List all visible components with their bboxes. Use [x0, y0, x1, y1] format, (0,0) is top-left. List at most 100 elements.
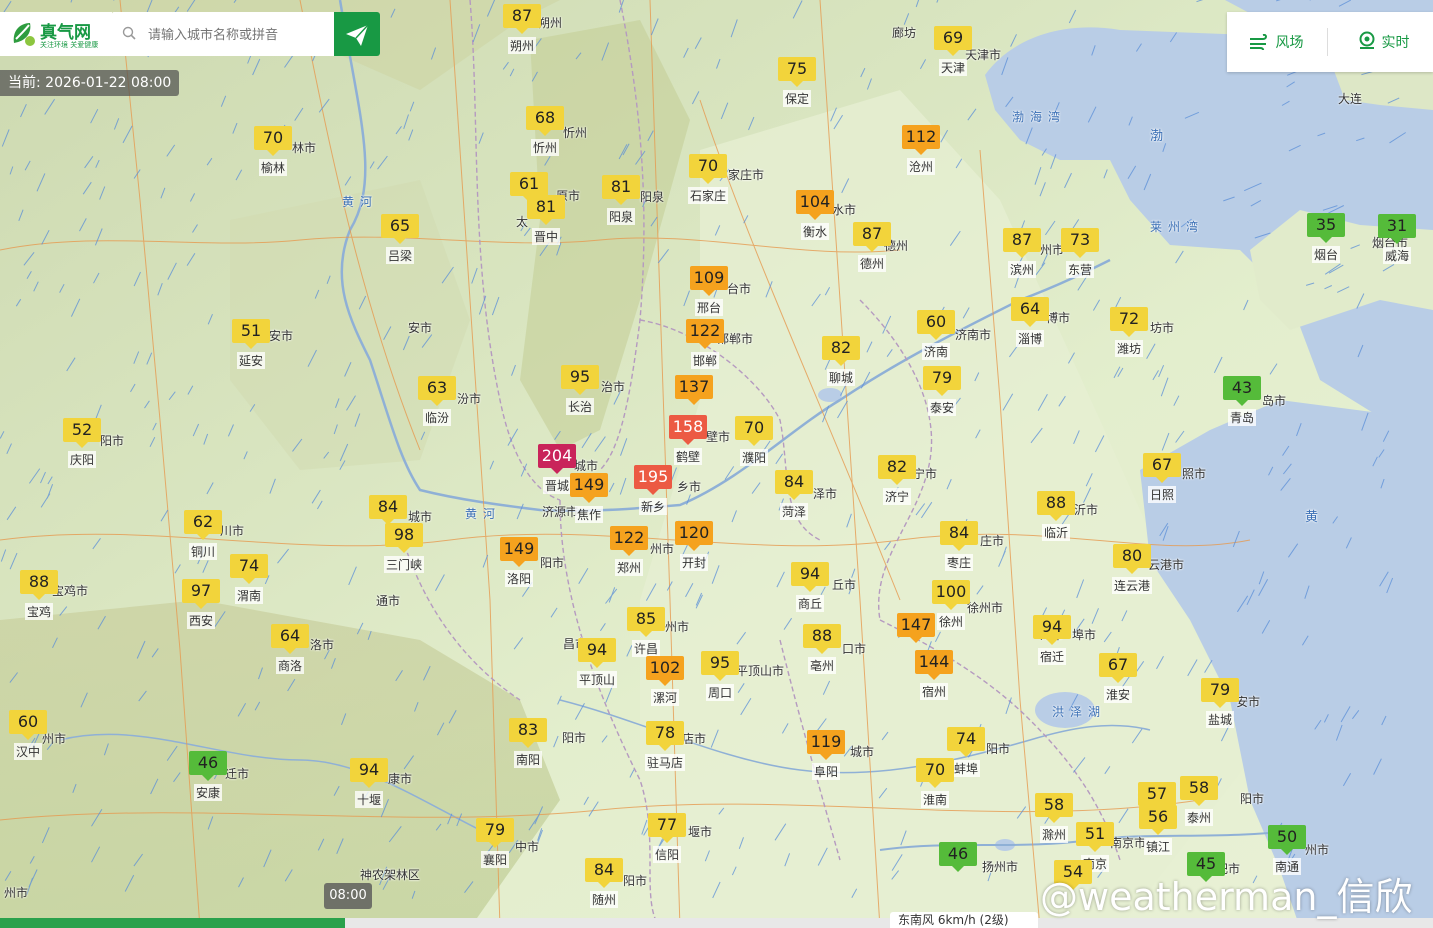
aqi-marker[interactable]: 74 — [947, 727, 985, 757]
aqi-marker[interactable]: 94 — [578, 638, 616, 668]
aqi-marker[interactable]: 109 — [690, 266, 728, 296]
aqi-marker[interactable]: 147 — [897, 613, 935, 643]
aqi-marker[interactable]: 58 — [1035, 793, 1073, 823]
aqi-marker[interactable]: 87 — [503, 4, 541, 34]
aqi-marker[interactable]: 112 — [902, 125, 940, 155]
realtime-button[interactable]: 实时 — [1357, 30, 1409, 56]
station-city-name: 鹤壁 — [673, 448, 703, 465]
aqi-marker[interactable]: 79 — [476, 818, 514, 848]
aqi-marker[interactable]: 60 — [917, 310, 955, 340]
aqi-marker[interactable]: 149 — [500, 537, 538, 567]
station-city-name: 蚌埠 — [951, 760, 981, 777]
timeline-time-label[interactable]: 08:00 — [324, 883, 372, 909]
aqi-marker[interactable]: 70 — [735, 416, 773, 446]
station-city-name: 驻马店 — [644, 754, 686, 771]
aqi-marker[interactable]: 83 — [509, 718, 547, 748]
aqi-marker[interactable]: 84 — [369, 495, 407, 525]
aqi-marker[interactable]: 122 — [610, 526, 648, 556]
aqi-value: 84 — [369, 495, 407, 519]
aqi-marker[interactable]: 80 — [1113, 544, 1151, 574]
aqi-marker[interactable]: 102 — [646, 656, 684, 686]
aqi-marker[interactable]: 204 — [538, 444, 576, 474]
aqi-marker[interactable]: 35 — [1307, 213, 1345, 243]
aqi-marker[interactable]: 84 — [585, 858, 623, 888]
wind-field-button[interactable]: 风场 — [1249, 30, 1303, 56]
aqi-marker[interactable]: 95 — [701, 651, 739, 681]
aqi-marker[interactable]: 68 — [526, 106, 564, 136]
aqi-marker-pointer — [791, 81, 803, 87]
aqi-marker[interactable]: 31 — [1378, 214, 1416, 244]
aqi-marker[interactable]: 67 — [1099, 653, 1137, 683]
aqi-marker[interactable]: 104 — [796, 190, 834, 220]
aqi-marker[interactable]: 94 — [791, 562, 829, 592]
aqi-marker[interactable]: 158 — [669, 415, 707, 445]
aqi-marker[interactable]: 88 — [20, 570, 58, 600]
aqi-marker[interactable]: 94 — [350, 758, 388, 788]
aqi-marker[interactable]: 85 — [627, 607, 665, 637]
aqi-marker[interactable]: 64 — [1011, 297, 1049, 327]
aqi-marker[interactable]: 79 — [923, 366, 961, 396]
aqi-marker[interactable]: 81 — [527, 195, 565, 225]
aqi-marker[interactable]: 75 — [778, 57, 816, 87]
aqi-marker[interactable]: 88 — [803, 624, 841, 654]
site-logo[interactable]: 真气网 关注环境 关爱健康 — [0, 12, 112, 56]
aqi-marker[interactable]: 195 — [634, 465, 672, 495]
aqi-marker[interactable]: 78 — [646, 721, 684, 751]
aqi-marker[interactable]: 95 — [561, 365, 599, 395]
aqi-marker[interactable]: 84 — [775, 470, 813, 500]
aqi-marker[interactable]: 73 — [1061, 228, 1099, 258]
aqi-marker[interactable]: 97 — [182, 579, 220, 609]
aqi-marker[interactable]: 88 — [1037, 491, 1075, 521]
aqi-value: 70 — [254, 126, 292, 150]
aqi-marker[interactable]: 67 — [1143, 453, 1181, 483]
aqi-marker[interactable]: 58 — [1180, 776, 1218, 806]
aqi-marker[interactable]: 52 — [63, 418, 101, 448]
air-quality-map[interactable]: 渤海湾渤莱州湾黄黄河 黄河 洪泽湖 神农架林区 济源市 天津市 家庄市 济南市 南京市 朔州 廊坊大… — [0, 0, 1433, 928]
search-submit-button[interactable] — [334, 12, 380, 56]
aqi-marker[interactable]: 100 — [932, 580, 970, 610]
aqi-marker[interactable]: 50 — [1268, 825, 1306, 855]
aqi-marker[interactable]: 65 — [381, 214, 419, 244]
station-city-name: 济南 — [921, 343, 951, 360]
aqi-marker[interactable]: 56 — [1139, 805, 1177, 835]
aqi-marker[interactable]: 70 — [689, 154, 727, 184]
aqi-marker[interactable]: 63 — [418, 376, 456, 406]
aqi-marker[interactable]: 51 — [1076, 822, 1114, 852]
aqi-marker[interactable]: 98 — [385, 523, 423, 553]
aqi-marker[interactable]: 46 — [189, 751, 227, 781]
aqi-marker[interactable]: 144 — [915, 650, 953, 680]
aqi-value: 85 — [627, 607, 665, 631]
aqi-marker[interactable]: 51 — [232, 319, 270, 349]
aqi-marker[interactable]: 119 — [807, 730, 845, 760]
aqi-marker[interactable]: 72 — [1110, 307, 1148, 337]
aqi-marker[interactable]: 69 — [934, 26, 972, 56]
aqi-marker[interactable]: 82 — [822, 336, 860, 366]
aqi-marker[interactable]: 84 — [940, 521, 978, 551]
aqi-marker[interactable]: 137 — [675, 375, 713, 405]
aqi-marker[interactable]: 70 — [916, 758, 954, 788]
aqi-marker[interactable]: 87 — [1003, 228, 1041, 258]
aqi-marker[interactable]: 62 — [184, 510, 222, 540]
aqi-marker[interactable]: 81 — [602, 175, 640, 205]
aqi-marker[interactable]: 122 — [686, 319, 724, 349]
city-search-input[interactable] — [146, 22, 330, 48]
aqi-marker-pointer — [699, 343, 711, 349]
aqi-marker[interactable]: 46 — [939, 842, 977, 872]
station-city-name: 连云港 — [1111, 577, 1153, 594]
aqi-marker[interactable]: 82 — [878, 455, 916, 485]
aqi-marker[interactable]: 64 — [271, 624, 309, 654]
aqi-marker[interactable]: 70 — [254, 126, 292, 156]
aqi-marker[interactable]: 120 — [675, 521, 713, 551]
aqi-marker[interactable]: 60 — [9, 710, 47, 740]
aqi-marker[interactable]: 94 — [1033, 615, 1071, 645]
aqi-marker[interactable]: 43 — [1223, 376, 1261, 406]
aqi-marker[interactable]: 149 — [570, 473, 608, 503]
aqi-marker[interactable]: 87 — [853, 222, 891, 252]
station-city-name: 枣庄 — [944, 554, 974, 571]
aqi-value: 46 — [189, 751, 227, 775]
station-city-name: 平顶山 — [576, 671, 618, 688]
map-place-label: 平顶山市 — [736, 664, 785, 678]
aqi-marker[interactable]: 79 — [1201, 678, 1239, 708]
aqi-marker[interactable]: 77 — [648, 813, 686, 843]
aqi-marker[interactable]: 74 — [230, 554, 268, 584]
